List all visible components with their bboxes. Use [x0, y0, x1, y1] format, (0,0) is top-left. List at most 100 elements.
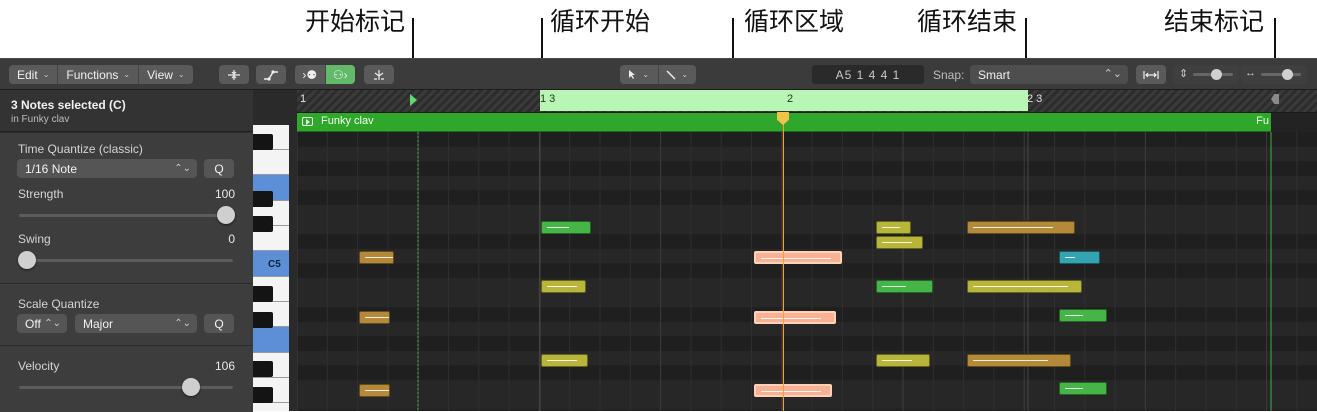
horizontal-zoom-knob[interactable]	[1282, 69, 1293, 80]
piano-black-key[interactable]	[253, 387, 273, 403]
scale-quantize-scale-value: Major	[83, 316, 114, 331]
time-quantize-section: Time Quantize (classic) 1/16 Note ⌃⌄ Q St…	[0, 132, 253, 283]
midi-note[interactable]	[1059, 251, 1100, 264]
vertical-zoom-icon: ⇕	[1179, 68, 1189, 80]
vertical-zoom-knob[interactable]	[1211, 69, 1222, 80]
chevron-down-icon: ⌄	[123, 70, 131, 79]
swing-value: 0	[228, 232, 235, 246]
compress-icon[interactable]	[219, 65, 249, 84]
functions-menu-label: Functions	[66, 67, 119, 82]
midi-note[interactable]	[541, 354, 588, 367]
piano-keyboard[interactable]: C5	[253, 90, 297, 411]
midi-note[interactable]	[967, 280, 1082, 293]
piano-roll-inspector: 3 Notes selected (C) in Funky clav Time …	[0, 90, 253, 412]
chevron-down-icon: ⌄	[42, 70, 50, 79]
piano-white-key[interactable]	[253, 150, 289, 175]
velocity-value: 106	[214, 359, 235, 373]
velocity-section: Velocity 106	[0, 345, 253, 412]
midi-note[interactable]	[1059, 382, 1107, 395]
time-quantize-q-button[interactable]: Q	[204, 159, 234, 178]
updown-chevron-icon: ⌃⌄	[1103, 68, 1122, 80]
midi-note[interactable]	[1059, 309, 1107, 322]
piano-black-key[interactable]	[253, 361, 273, 377]
piano-roll-editor[interactable]: 1 1 3 2 2 3 Funky clav Fu	[297, 90, 1317, 411]
link-icon[interactable]: ⚇›	[325, 65, 355, 84]
piano-black-key[interactable]	[253, 134, 273, 150]
midi-note-selected[interactable]	[754, 251, 842, 264]
functions-menu[interactable]: Functions ⌄	[58, 65, 140, 84]
pointer-tool-icon[interactable]: ⌄	[620, 65, 659, 84]
velocity-track	[19, 386, 233, 389]
midi-note[interactable]	[967, 221, 1075, 234]
selection-title: 3 Notes selected (C)	[11, 98, 126, 112]
piano-white-key-c5[interactable]: C5	[253, 251, 289, 277]
strength-slider-knob[interactable]	[217, 206, 235, 224]
time-quantize-value: 1/16 Note	[25, 161, 78, 176]
horizontal-zoom-track	[1261, 73, 1301, 76]
midi-note[interactable]	[876, 236, 923, 249]
snap-label: Snap:	[933, 68, 965, 82]
fit-width-icon[interactable]	[1136, 65, 1166, 84]
snap-value: Smart	[978, 67, 1011, 82]
snap-select[interactable]: Smart ⌃⌄	[970, 65, 1128, 84]
view-menu[interactable]: View ⌄	[139, 65, 193, 84]
edit-menu[interactable]: Edit ⌄	[9, 65, 59, 84]
horizontal-zoom-icon: ↔	[1245, 67, 1256, 79]
updown-chevron-icon: ⌃⌄	[44, 318, 61, 329]
midi-note[interactable]	[359, 311, 390, 324]
selection-header: 3 Notes selected (C) in Funky clav	[0, 90, 253, 132]
scale-quantize-q-button[interactable]: Q	[204, 314, 234, 333]
scale-quantize-label: Scale Quantize	[18, 297, 100, 311]
midi-note-selected[interactable]	[754, 311, 836, 324]
midi-note[interactable]	[876, 280, 933, 293]
chevron-down-icon: ⌄	[642, 70, 650, 79]
scale-quantize-root-value: Off	[25, 316, 41, 331]
c5-label: C5	[268, 259, 281, 270]
scale-quantize-scale-select[interactable]: Major ⌃⌄	[75, 314, 197, 333]
scale-quantize-section: Scale Quantize Off ⌃⌄ Major ⌃⌄ Q	[0, 283, 253, 345]
split-icon[interactable]	[364, 65, 394, 84]
pencil-tool-icon[interactable]: ⌄	[659, 65, 697, 84]
chevron-down-icon: ⌄	[177, 70, 185, 79]
callout-start-marker: 开始标记	[304, 7, 406, 36]
midi-note[interactable]	[541, 221, 591, 234]
midi-note[interactable]	[359, 251, 394, 264]
callout-cycle-start: 循环开始	[549, 7, 651, 36]
midi-note-selected[interactable]	[754, 384, 832, 397]
position-display: A5 1 4 4 1	[812, 65, 924, 84]
time-quantize-select[interactable]: 1/16 Note ⌃⌄	[17, 159, 197, 178]
velocity-label: Velocity	[18, 359, 60, 373]
piano-white-key-highlighted[interactable]	[253, 327, 289, 353]
horizontal-zoom-slider[interactable]: ↔	[1241, 65, 1307, 84]
midi-note[interactable]	[876, 221, 911, 234]
midi-note[interactable]	[967, 354, 1071, 367]
vertical-zoom-slider[interactable]: ⇕	[1173, 65, 1239, 84]
swing-label: Swing	[18, 232, 51, 246]
midi-note[interactable]	[359, 384, 390, 397]
toolbar: Edit ⌄ Functions ⌄ View ⌄ ›⚉ ⚇› ⌄ ⌄ A5 1 4 …	[0, 59, 1317, 90]
swing-slider-knob[interactable]	[18, 251, 36, 269]
piano-black-key[interactable]	[253, 191, 273, 207]
piano-black-key[interactable]	[253, 216, 273, 232]
callout-cycle-end: 循环结束	[916, 7, 1018, 36]
strength-track	[19, 214, 233, 217]
updown-chevron-icon: ⌃⌄	[174, 163, 191, 174]
strength-value: 100	[214, 187, 235, 201]
midi-in-icon[interactable]	[256, 65, 286, 84]
scale-quantize-root-select[interactable]: Off ⌃⌄	[17, 314, 67, 333]
callout-cycle-area: 循环区域	[743, 7, 845, 36]
updown-chevron-icon: ⌃⌄	[174, 318, 191, 329]
catch-icon[interactable]: ›⚉	[295, 65, 326, 84]
menu-group: Edit ⌄ Functions ⌄ View ⌄	[9, 65, 193, 84]
midi-note[interactable]	[541, 280, 586, 293]
piano-black-key[interactable]	[253, 286, 273, 302]
edit-menu-label: Edit	[17, 67, 38, 82]
callout-end-marker: 结束标记	[1163, 7, 1265, 36]
piano-black-key[interactable]	[253, 312, 273, 328]
playhead-line[interactable]	[783, 112, 784, 411]
velocity-slider-knob[interactable]	[182, 378, 200, 396]
midi-note[interactable]	[876, 354, 930, 367]
notes-layer	[297, 90, 1317, 411]
selection-subtitle: in Funky clav	[11, 114, 70, 125]
strength-label: Strength	[18, 187, 64, 201]
